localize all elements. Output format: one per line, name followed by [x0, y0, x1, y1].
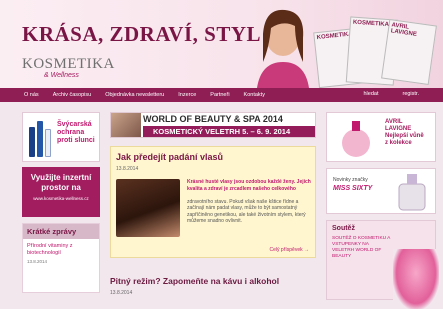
- read-more-link[interactable]: Celý příspěvek →: [270, 247, 309, 253]
- header-model-photo: [257, 9, 309, 88]
- promo-headline: Využijte inzertní prostor na: [30, 173, 92, 192]
- product-bottle: [37, 121, 43, 157]
- left-sidebar: Švýcarská ochrana proti slunci Využijte …: [22, 112, 100, 293]
- banner-subtitle: KOSMETICKÝ VELETRH 5. – 6. 9. 2014: [143, 126, 315, 137]
- short-news-date: 13.8.2014: [27, 259, 48, 264]
- nav-register-link[interactable]: registr.: [402, 91, 419, 97]
- short-news-heading: Krátké zprávy: [23, 224, 99, 239]
- sunscreen-ad[interactable]: Švýcarská ochrana proti slunci: [22, 112, 100, 162]
- site-header: KRÁSA, ZDRAVÍ, STYL KOSMETIKA & Wellness…: [0, 0, 443, 88]
- avril-ad-line: LAVIGNE: [385, 126, 412, 132]
- promo-url: www.kosmetika-wellness.cz: [33, 196, 89, 201]
- banner-title: WORLD OF BEAUTY & SPA 2014: [143, 114, 283, 124]
- site-logo[interactable]: KOSMETIKA: [22, 56, 115, 73]
- avril-lavigne-ad[interactable]: AVRIL LAVIGNE Nejlepší vůně z kolekce: [326, 112, 436, 162]
- short-news-link[interactable]: Přírodní vitaminy z biotechnologií: [23, 239, 99, 257]
- article-title[interactable]: Pitný režim? Zapomeňte na kávu i alkohol: [110, 276, 316, 286]
- flower-decoration: [393, 249, 439, 309]
- competition-heading: Soutěž: [332, 225, 355, 232]
- competition-text: SOUTĚŽ O KOSMETIKU A VSTUPENKY NA VELETR…: [332, 236, 391, 259]
- avril-ad-line: z kolekce: [385, 140, 412, 146]
- miss-sixty-label: Novinky značky: [333, 177, 368, 183]
- fragrance-bottle-icon: [398, 174, 426, 211]
- magazine-cover[interactable]: AVRIL LAVIGNE: [381, 18, 437, 86]
- competition-box[interactable]: Soutěž SOUTĚŽ O KOSMETIKU A VSTUPENKY NA…: [326, 220, 439, 309]
- advertising-promo[interactable]: Využijte inzertní prostor na www.kosmeti…: [22, 167, 100, 217]
- right-sidebar: AVRIL LAVIGNE Nejlepší vůně z kolekce No…: [326, 112, 439, 309]
- nav-item-partners[interactable]: Partneři: [210, 92, 229, 98]
- site-logo-subtitle: & Wellness: [44, 72, 79, 79]
- article-title[interactable]: Jak předejít padání vlasů: [116, 152, 223, 162]
- main-nav: O nás Archiv časopisu Objednávka newslet…: [0, 88, 443, 102]
- article-lead: Krásné husté vlasy jsou ozdobou každé že…: [187, 179, 311, 192]
- second-article: Pitný režim? Zapomeňte na kávu i alkohol…: [110, 276, 316, 296]
- perfume-bottle-icon: [342, 121, 370, 157]
- nav-item-archive[interactable]: Archiv časopisu: [53, 92, 92, 98]
- sunscreen-ad-text: Švýcarská ochrana proti slunci: [57, 121, 95, 144]
- magazine-title: AVRIL LAVIGNE: [390, 22, 418, 38]
- nav-item-newsletter[interactable]: Objednávka newsletteru: [105, 92, 164, 98]
- nav-item-contacts[interactable]: Kontakty: [244, 92, 265, 98]
- article-date: 13.8.2014: [116, 166, 139, 172]
- article-date: 13.8.2014: [110, 290, 133, 296]
- short-news-box: Krátké zprávy Přírodní vitaminy z biotec…: [22, 223, 100, 293]
- product-bottle: [29, 127, 35, 157]
- article-image[interactable]: [116, 179, 180, 237]
- nav-search-link[interactable]: hledat: [363, 91, 378, 97]
- world-of-beauty-banner[interactable]: WORLD OF BEAUTY & SPA 2014 KOSMETICKÝ VE…: [110, 112, 316, 138]
- avril-ad-line: Nejlepší vůně: [385, 133, 424, 139]
- banner-photo: [111, 113, 141, 137]
- product-bottle: [45, 129, 51, 157]
- avril-ad-text: AVRIL LAVIGNE Nejlepší vůně z kolekce: [385, 119, 424, 147]
- article-body: zdravotního stavu. Pokud však naše kštic…: [187, 199, 306, 224]
- miss-sixty-ad[interactable]: Novinky značky MISS SIXTY: [326, 168, 436, 214]
- site-tagline: KRÁSA, ZDRAVÍ, STYL: [22, 22, 262, 46]
- featured-article: Jak předejít padání vlasů 13.8.2014 Krás…: [110, 146, 316, 258]
- nav-item-advertising[interactable]: Inzerce: [178, 92, 196, 98]
- miss-sixty-brand: MISS SIXTY: [333, 185, 373, 192]
- nav-item-about[interactable]: O nás: [24, 92, 39, 98]
- avril-ad-line: AVRIL: [385, 119, 403, 125]
